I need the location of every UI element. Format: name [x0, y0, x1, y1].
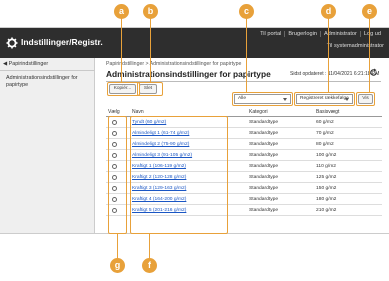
- paper-category: Standardtype: [249, 175, 279, 180]
- paper-category: Standardtype: [249, 131, 279, 136]
- callout-leader-c: [246, 16, 248, 93]
- paper-category: Standardtype: [249, 120, 279, 125]
- callout-leader-d: [328, 16, 330, 93]
- paper-category: Standardtype: [249, 208, 279, 213]
- col-category-header: Kategori: [249, 109, 268, 115]
- paper-category: Standardtype: [249, 164, 279, 169]
- callout-badge-e: e: [362, 4, 377, 19]
- basis-weight: 180 g/m2: [316, 197, 337, 202]
- callout-leader-e: [369, 16, 371, 93]
- col-weight-header: Basisvægt: [316, 109, 340, 115]
- callout-leader-a: [121, 16, 123, 83]
- col-select-header: Vælg: [108, 109, 120, 115]
- callout-frame-f: [130, 116, 228, 234]
- callout-badge-f: f: [142, 258, 157, 273]
- basis-weight: 70 g/m2: [316, 131, 334, 136]
- basis-weight: 60 g/m2: [316, 120, 334, 125]
- basis-weight: 210 g/m2: [316, 208, 337, 213]
- callout-badge-g: g: [110, 258, 125, 273]
- overlay-layer: Kopiér... Slet Alle Registreret rækkeføl…: [0, 0, 389, 281]
- callout-frame-g: [108, 116, 127, 234]
- callout-badge-d: d: [321, 4, 336, 19]
- callout-leader-f: [149, 233, 151, 259]
- paper-category: Standardtype: [249, 197, 279, 202]
- callout-badge-a: a: [114, 4, 129, 19]
- callout-badge-c: c: [239, 4, 254, 19]
- callout-leader-b: [150, 16, 152, 83]
- callout-frame-b: [137, 82, 163, 96]
- basis-weight: 80 g/m2: [316, 142, 334, 147]
- callout-frame-a: [107, 82, 140, 96]
- callout-frame-d: [294, 92, 355, 106]
- callout-frame-e: [356, 92, 375, 106]
- paper-category: Standardtype: [249, 153, 279, 158]
- basis-weight: 110 g/m2: [316, 164, 337, 169]
- callout-badge-b: b: [143, 4, 158, 19]
- basis-weight: 100 g/m2: [316, 153, 337, 158]
- basis-weight: 125 g/m2: [316, 175, 337, 180]
- callout-leader-g: [117, 233, 119, 259]
- col-name-header: Navn: [132, 109, 144, 115]
- callout-frame-c: [232, 92, 293, 106]
- basis-weight: 150 g/m2: [316, 186, 337, 191]
- paper-category: Standardtype: [249, 186, 279, 191]
- paper-category: Standardtype: [249, 142, 279, 147]
